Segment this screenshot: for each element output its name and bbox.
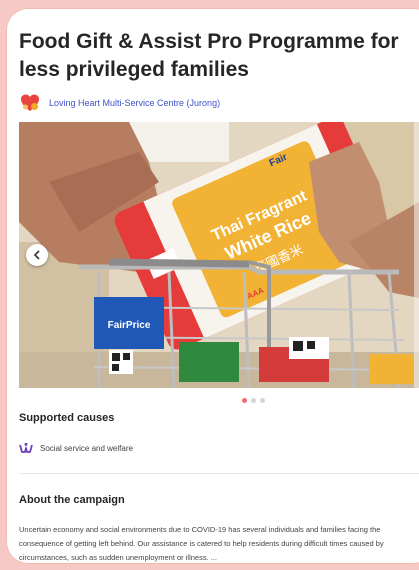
cause-label: Social service and welfare	[40, 443, 133, 453]
section-divider	[19, 473, 419, 474]
organizer-row[interactable]: Loving Heart Multi-Service Centre (Juron…	[19, 92, 220, 114]
carousel-prev-button[interactable]	[26, 244, 48, 266]
carousel-dot-2[interactable]	[251, 398, 256, 403]
carousel-dot-3[interactable]	[260, 398, 265, 403]
about-heading: About the campaign	[19, 494, 125, 506]
basket-brand: FairPrice	[108, 320, 151, 331]
supported-causes-heading: Supported causes	[19, 412, 115, 424]
campaign-photo: Thai Fragrant White Rice 泰國香米 Fair AAA F…	[19, 122, 419, 388]
about-text: Uncertain economy and social environment…	[19, 525, 384, 562]
carousel-dot-1[interactable]	[242, 398, 247, 403]
carousel-dots	[242, 398, 265, 403]
campaign-title: Food Gift & Assist Pro Programme for les…	[19, 30, 399, 81]
hands-heart-icon	[19, 442, 33, 453]
organizer-logo-icon	[21, 94, 39, 111]
organizer-link[interactable]: Loving Heart Multi-Service Centre (Juron…	[49, 98, 220, 108]
campaign-card: Food Gift & Assist Pro Programme for les…	[6, 8, 419, 564]
cause-item: Social service and welfare	[19, 442, 133, 454]
chevron-left-icon	[33, 250, 40, 260]
